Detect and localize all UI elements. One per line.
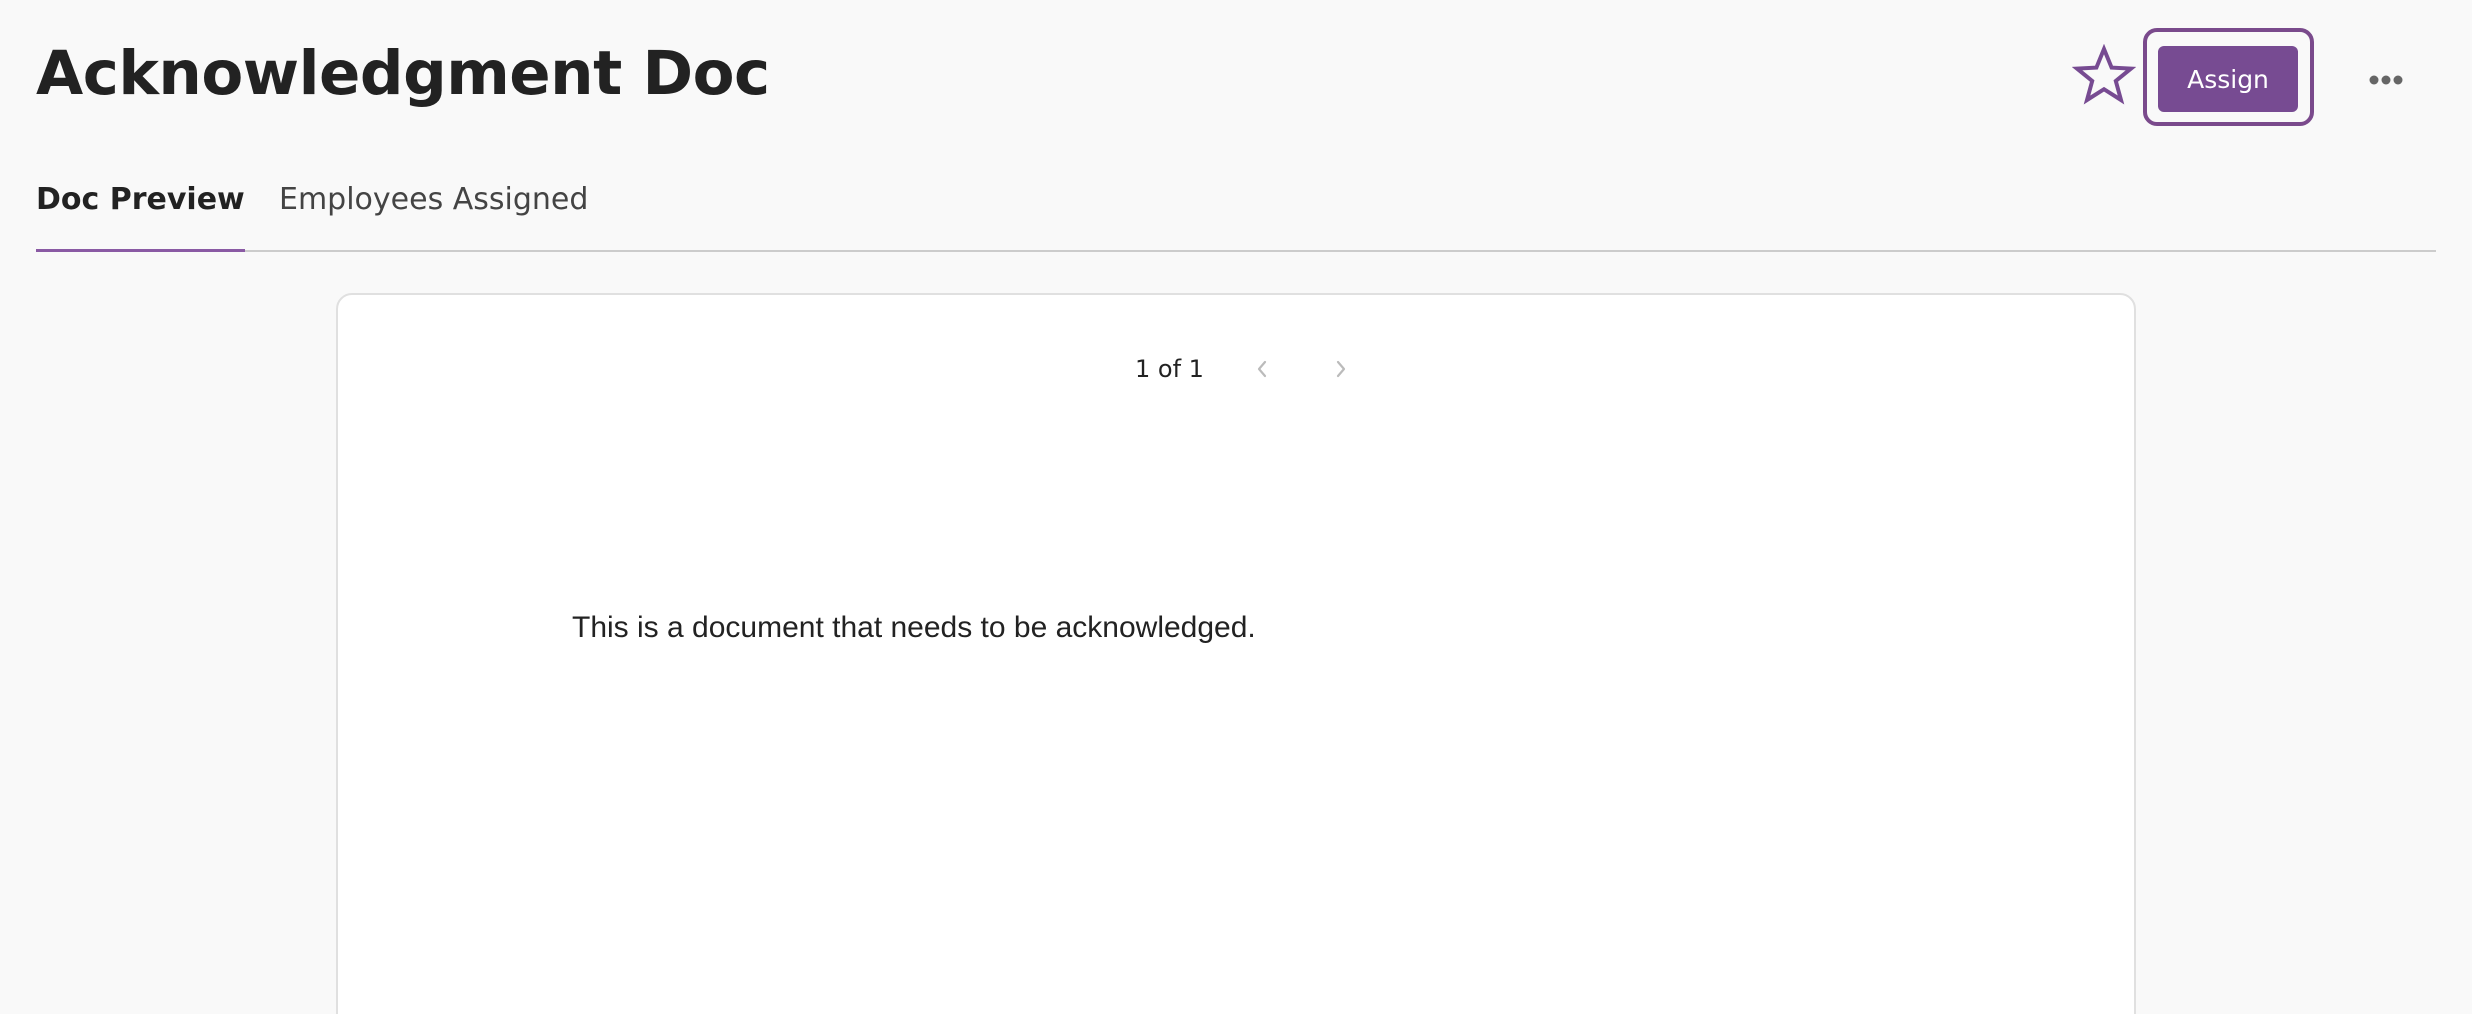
star-outline-icon xyxy=(2072,44,2136,105)
more-options-button[interactable] xyxy=(2364,58,2408,102)
pagination: 1 of 1 xyxy=(1135,349,1346,389)
tab-doc-preview[interactable]: Doc Preview xyxy=(36,170,245,252)
page-indicator: 1 of 1 xyxy=(1135,355,1204,383)
more-horizontal-icon xyxy=(2369,75,2403,85)
previous-page-button[interactable] xyxy=(1246,353,1278,385)
tab-employees-assigned[interactable]: Employees Assigned xyxy=(279,170,588,250)
tab-bar: Doc Preview Employees Assigned xyxy=(36,170,2436,252)
document-body-text: This is a document that needs to be ackn… xyxy=(572,611,1256,644)
assign-button[interactable]: Assign xyxy=(2158,46,2298,112)
favorite-button[interactable] xyxy=(2072,44,2136,108)
document-preview-card: 1 of 1 This is a document that needs to … xyxy=(336,293,2136,1014)
page-title: Acknowledgment Doc xyxy=(36,38,770,109)
chevron-right-icon xyxy=(1336,360,1346,378)
chevron-left-icon xyxy=(1257,360,1267,378)
next-page-button[interactable] xyxy=(1325,353,1357,385)
page: Acknowledgment Doc Assign Doc Preview Em… xyxy=(0,0,2472,1014)
